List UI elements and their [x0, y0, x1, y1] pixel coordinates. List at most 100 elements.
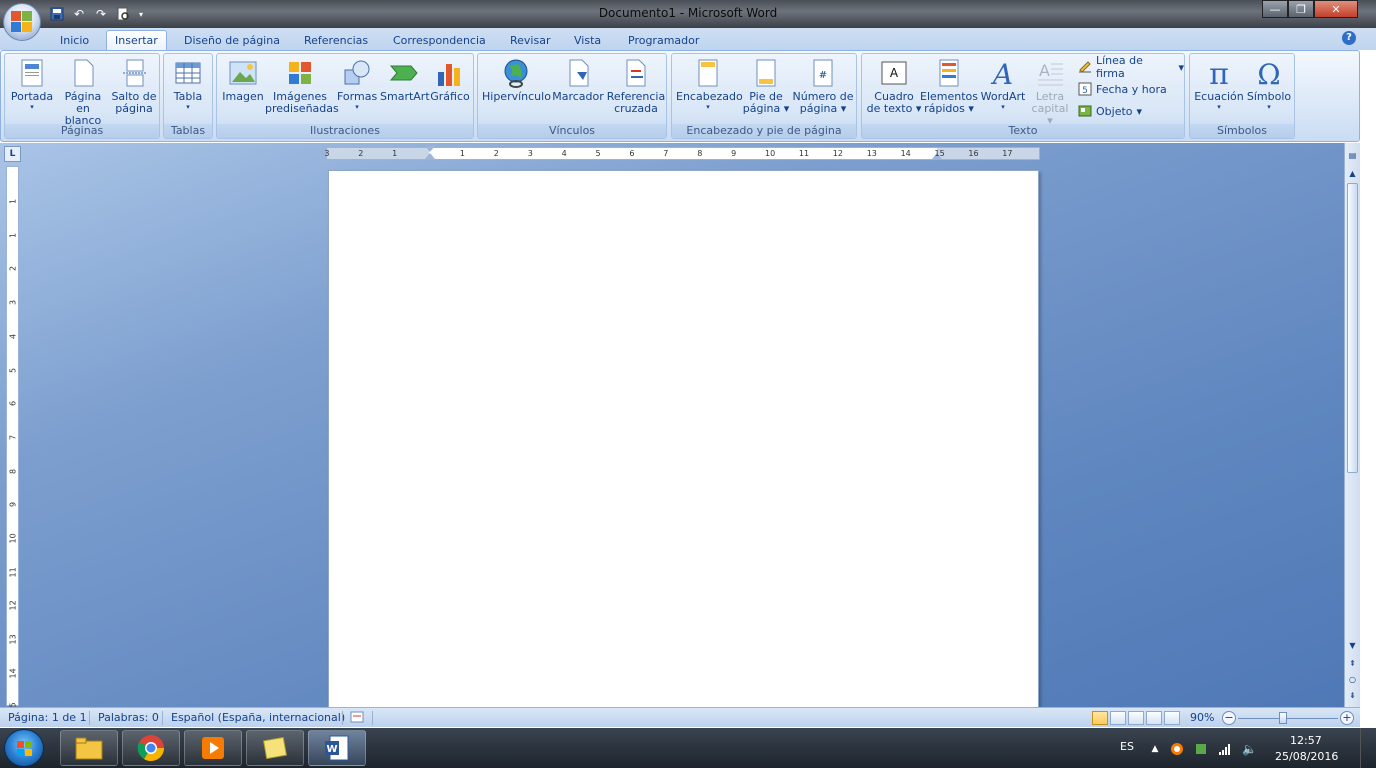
tab-referencias[interactable]: Referencias	[304, 32, 368, 50]
start-button[interactable]	[4, 729, 44, 767]
salto-pagina-button[interactable]: Salto de página	[109, 56, 159, 115]
wordart-button[interactable]: A WordArt ▾	[978, 56, 1028, 111]
portada-button[interactable]: Portada ▾	[9, 56, 55, 111]
word-count[interactable]: Palabras: 0	[98, 711, 159, 724]
maximize-button[interactable]: ❐	[1288, 0, 1314, 18]
imagen-button[interactable]: Imagen	[221, 56, 265, 103]
group-label-simbolos: Símbolos	[1190, 124, 1294, 138]
numero-pagina-button[interactable]: # Número de página ▾	[792, 56, 854, 115]
pie-pagina-button[interactable]: Pie de página ▾	[742, 56, 790, 115]
simbolo-button[interactable]: Ω Símbolo ▾	[1244, 56, 1294, 111]
outline-view-button[interactable]	[1146, 711, 1162, 725]
encabezado-button[interactable]: Encabezado ▾	[676, 56, 743, 111]
tab-inicio[interactable]: Inicio	[60, 32, 89, 50]
next-page-icon[interactable]: ⇟	[1346, 689, 1359, 703]
marcador-button[interactable]: Marcador	[552, 56, 604, 103]
tab-correspondencia[interactable]: Correspondencia	[393, 32, 486, 50]
network-signal-icon[interactable]	[1218, 742, 1232, 756]
ruler-number: 13	[8, 634, 18, 645]
ruler-number: 3	[8, 300, 18, 306]
scroll-thumb[interactable]	[1347, 183, 1358, 473]
office-button[interactable]	[3, 3, 41, 41]
ecuacion-button[interactable]: π Ecuación ▾	[1194, 56, 1244, 111]
dropdown-arrow-icon: ▾	[1217, 103, 1221, 111]
minimize-button[interactable]: —	[1262, 0, 1288, 18]
document-page[interactable]	[328, 170, 1039, 710]
clip-art-icon	[285, 58, 315, 88]
avast-icon[interactable]	[1170, 742, 1184, 756]
zoom-slider-track[interactable]	[1238, 718, 1338, 719]
tab-insertar[interactable]: Insertar	[106, 30, 167, 51]
input-language[interactable]: ES	[1120, 740, 1134, 753]
grafico-button[interactable]: Gráfico	[429, 56, 471, 103]
help-icon[interactable]: ?	[1342, 31, 1356, 45]
web-layout-button[interactable]	[1128, 711, 1144, 725]
taskbar-sticky-notes[interactable]	[246, 730, 304, 766]
smartart-button[interactable]: SmartArt	[380, 56, 430, 103]
header-icon	[693, 58, 723, 88]
drop-cap-icon: A	[1035, 58, 1065, 88]
scroll-down-icon[interactable]: ▼	[1346, 639, 1359, 653]
first-line-indent-marker[interactable]	[425, 146, 435, 152]
pagina-blanco-button[interactable]: Página en blanco	[57, 56, 109, 127]
tab-revisar[interactable]: Revisar	[510, 32, 550, 50]
left-indent-marker[interactable]	[425, 153, 435, 159]
imagenes-prediseñadas-button[interactable]: Imágenes prediseñadas	[265, 56, 339, 115]
volume-icon[interactable]: 🔈	[1242, 742, 1257, 756]
tab-vista[interactable]: Vista	[574, 32, 601, 50]
ruler-number: 5	[595, 149, 601, 158]
objeto-button[interactable]: Objeto ▾	[1078, 102, 1142, 120]
svg-text:A: A	[890, 66, 899, 80]
ruler-number: 8	[8, 468, 18, 474]
shapes-icon	[342, 58, 372, 88]
taskbar-explorer[interactable]	[60, 730, 118, 766]
ruler-number: 8	[697, 149, 703, 158]
elementos-rapidos-button[interactable]: Elementos rápidos ▾	[920, 56, 978, 115]
horizontal-ruler[interactable]: 3 2 1 1 2 3 4 5 6 7 8 9 10 11 12 13 14 15 16 17	[324, 146, 1040, 160]
formas-button[interactable]: Formas ▾	[337, 56, 377, 111]
letra-capital-button[interactable]: A Letra capital ▾	[1028, 56, 1072, 127]
action-center-icon[interactable]	[1194, 742, 1208, 756]
previous-page-icon[interactable]: ⇞	[1346, 657, 1359, 671]
ruler-number: 6	[8, 401, 18, 407]
tabla-button[interactable]: Tabla ▾	[168, 56, 208, 111]
view-ruler-icon[interactable]: ▤	[1346, 149, 1359, 163]
tab-selector[interactable]: L	[4, 146, 21, 162]
clock-date[interactable]: 25/08/2016	[1275, 750, 1338, 763]
clock-time[interactable]: 12:57	[1290, 734, 1322, 747]
show-desktop-button[interactable]	[1360, 728, 1376, 768]
print-layout-view-button[interactable]	[1092, 711, 1108, 725]
tab-diseno-pagina[interactable]: Diseño de página	[184, 32, 280, 50]
ruler-number: 3	[324, 149, 330, 158]
zoom-level[interactable]: 90%	[1190, 711, 1214, 724]
taskbar-chrome[interactable]	[122, 730, 180, 766]
footer-icon	[751, 58, 781, 88]
tab-programador[interactable]: Programador	[628, 32, 699, 50]
fecha-hora-button[interactable]: 5 Fecha y hora	[1078, 80, 1167, 98]
page-indicator[interactable]: Página: 1 de 1	[8, 711, 87, 724]
show-hidden-icons[interactable]: ▲	[1148, 742, 1162, 756]
object-icon	[1078, 104, 1092, 118]
referencia-cruzada-button[interactable]: Referencia cruzada	[606, 56, 666, 115]
vertical-scrollbar[interactable]: ▤ ▲ ▼ ⇞ ○ ⇟	[1344, 143, 1360, 707]
linea-firma-button[interactable]: Línea de firma ▾	[1078, 54, 1184, 80]
group-simbolos: π Ecuación ▾ Ω Símbolo ▾ Símbolos	[1189, 53, 1295, 139]
taskbar-word[interactable]: W	[308, 730, 366, 766]
taskbar-media-player[interactable]	[184, 730, 242, 766]
scroll-up-icon[interactable]: ▲	[1346, 167, 1359, 181]
ruler-number: 9	[8, 502, 18, 508]
zoom-slider-thumb[interactable]	[1279, 712, 1287, 724]
zoom-out-button[interactable]: −	[1222, 711, 1236, 725]
zoom-in-button[interactable]: +	[1340, 711, 1354, 725]
proofing-icon[interactable]	[350, 711, 364, 726]
draft-view-button[interactable]	[1164, 711, 1180, 725]
hipervinculo-button[interactable]: Hipervínculo	[482, 56, 551, 103]
full-screen-reading-button[interactable]	[1110, 711, 1126, 725]
cuadro-texto-button[interactable]: A Cuadro de texto ▾	[866, 56, 922, 115]
vertical-ruler[interactable]: 1123456789101112131415	[6, 166, 19, 712]
ruler-number: 5	[8, 367, 18, 373]
language-indicator[interactable]: Español (España, internacional)	[171, 711, 345, 724]
quick-parts-icon	[934, 58, 964, 88]
browse-object-icon[interactable]: ○	[1346, 673, 1359, 687]
close-button[interactable]: ✕	[1314, 0, 1358, 18]
